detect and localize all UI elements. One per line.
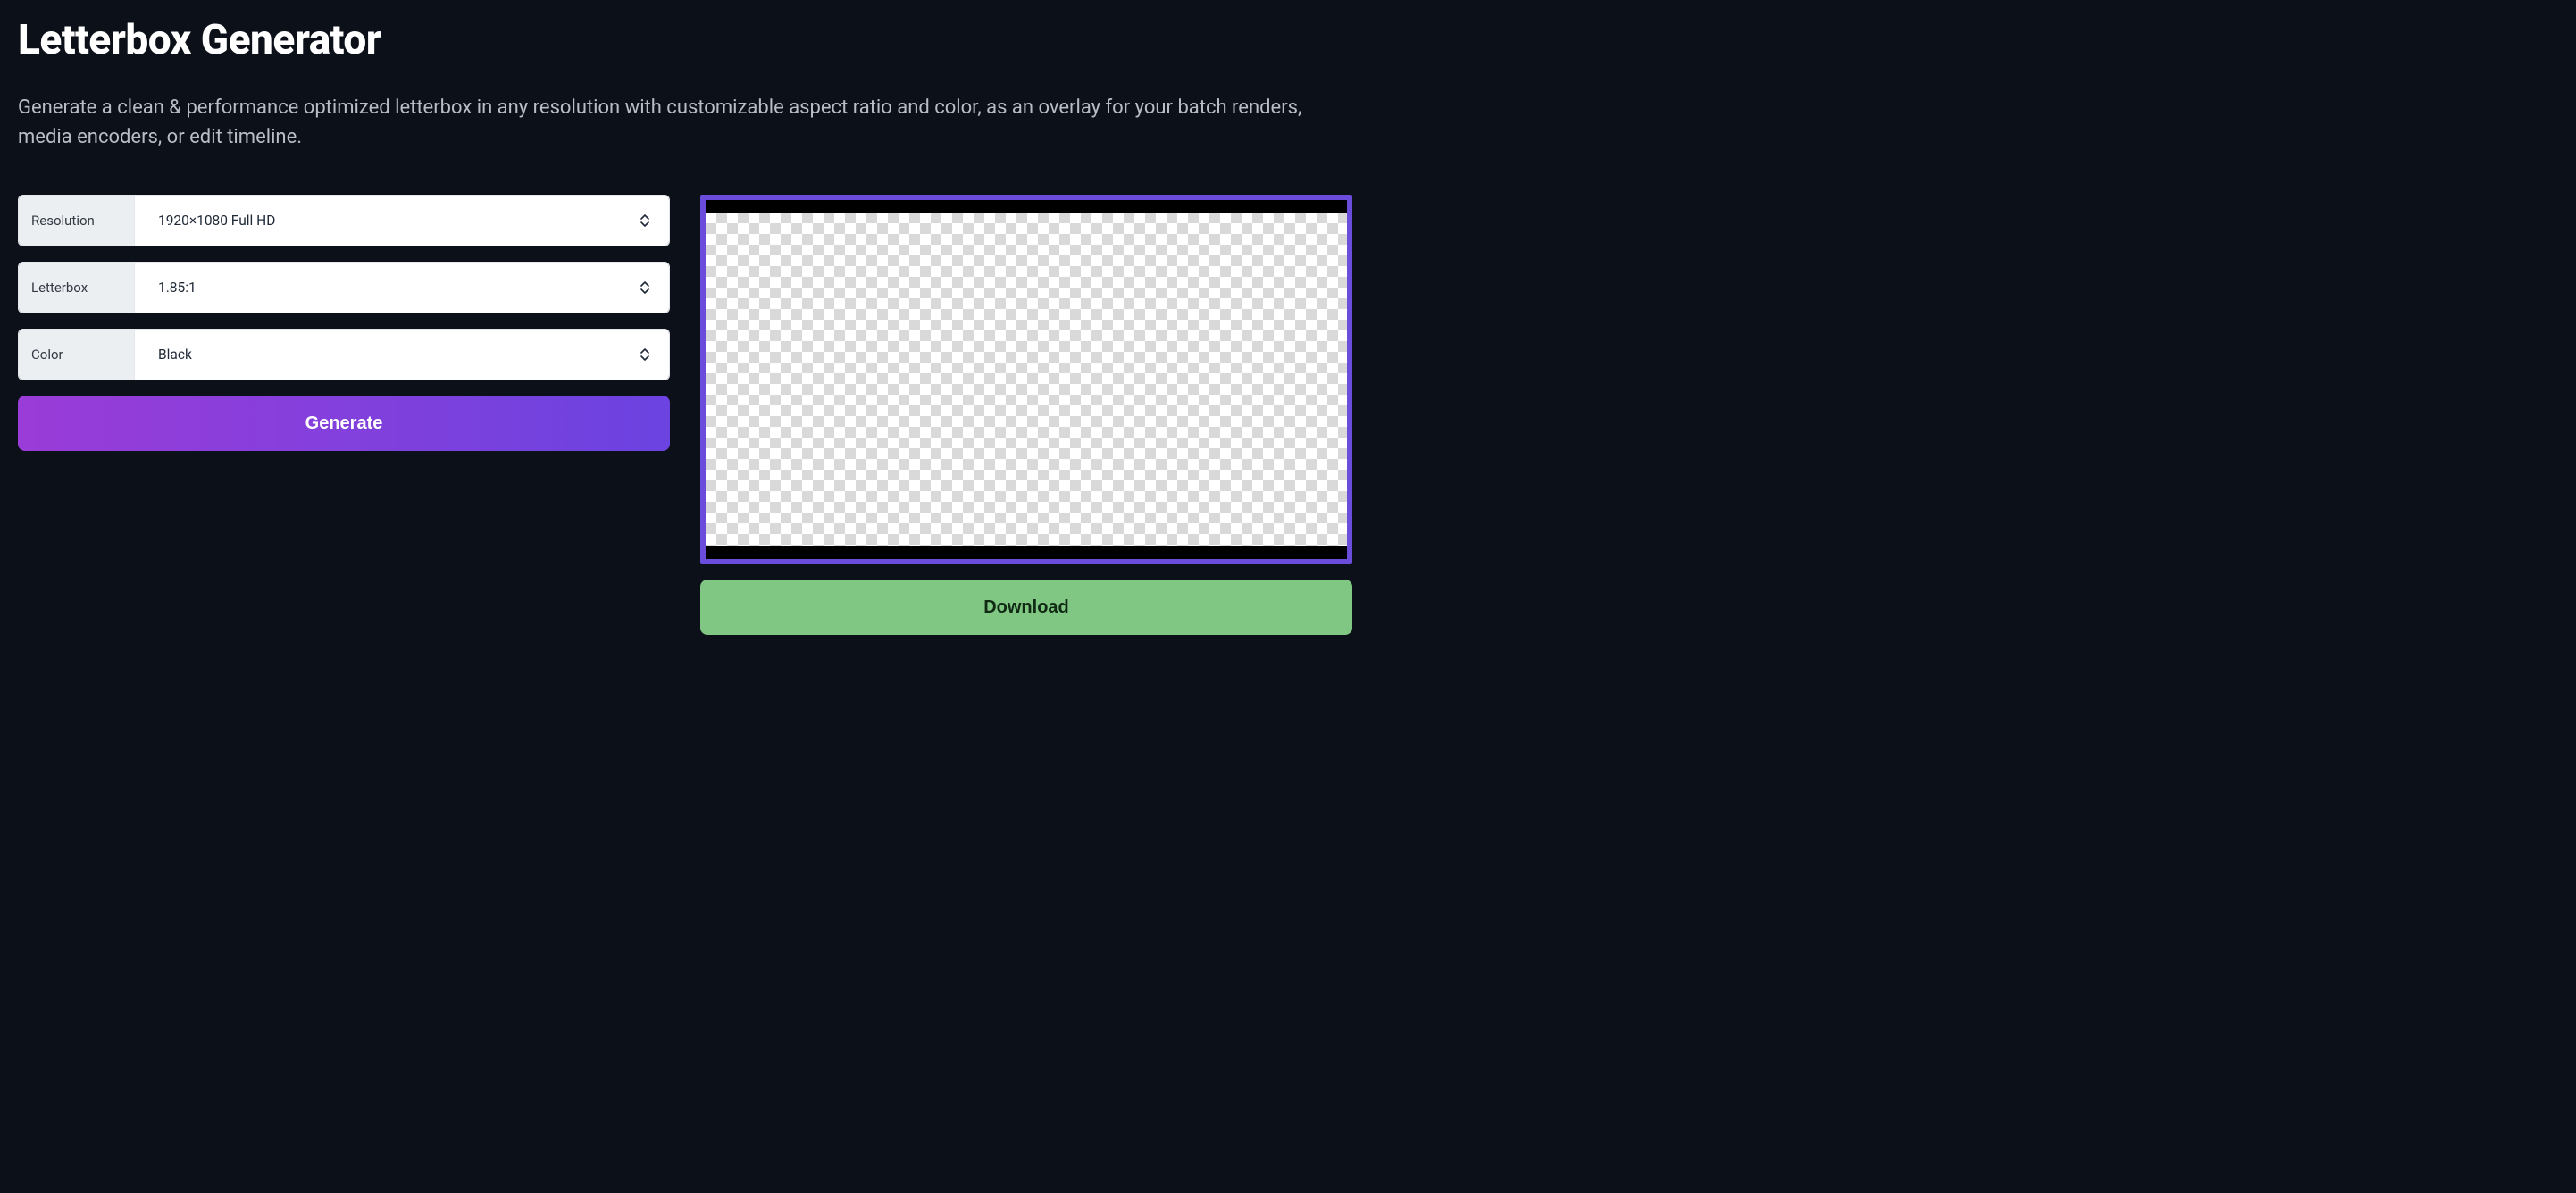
up-down-icon bbox=[640, 213, 651, 228]
letterbox-field: Letterbox 1.85:1 bbox=[18, 262, 670, 313]
letterbox-bar-top bbox=[706, 200, 1347, 213]
up-down-icon bbox=[640, 347, 651, 362]
page-title: Letterbox Generator bbox=[18, 16, 2558, 64]
download-button[interactable]: Download bbox=[700, 580, 1352, 635]
color-select[interactable]: Black bbox=[135, 330, 669, 380]
letterbox-label: Letterbox bbox=[19, 263, 135, 313]
preview-frame bbox=[700, 195, 1352, 564]
letterbox-value: 1.85:1 bbox=[158, 279, 197, 296]
resolution-select[interactable]: 1920×1080 Full HD bbox=[135, 196, 669, 246]
resolution-label: Resolution bbox=[19, 196, 135, 246]
color-value: Black bbox=[158, 346, 192, 363]
settings-panel: Resolution 1920×1080 Full HD Letterbox 1… bbox=[18, 195, 670, 635]
color-field: Color Black bbox=[18, 329, 670, 380]
letterbox-select[interactable]: 1.85:1 bbox=[135, 263, 669, 313]
up-down-icon bbox=[640, 280, 651, 295]
color-label: Color bbox=[19, 330, 135, 380]
generate-button[interactable]: Generate bbox=[18, 396, 670, 451]
resolution-value: 1920×1080 Full HD bbox=[158, 213, 275, 229]
preview-panel: Download bbox=[700, 195, 1352, 635]
letterbox-bar-bottom bbox=[706, 546, 1347, 559]
resolution-field: Resolution 1920×1080 Full HD bbox=[18, 195, 670, 246]
page-description: Generate a clean & performance optimized… bbox=[18, 93, 1322, 152]
transparency-grid bbox=[706, 213, 1347, 546]
